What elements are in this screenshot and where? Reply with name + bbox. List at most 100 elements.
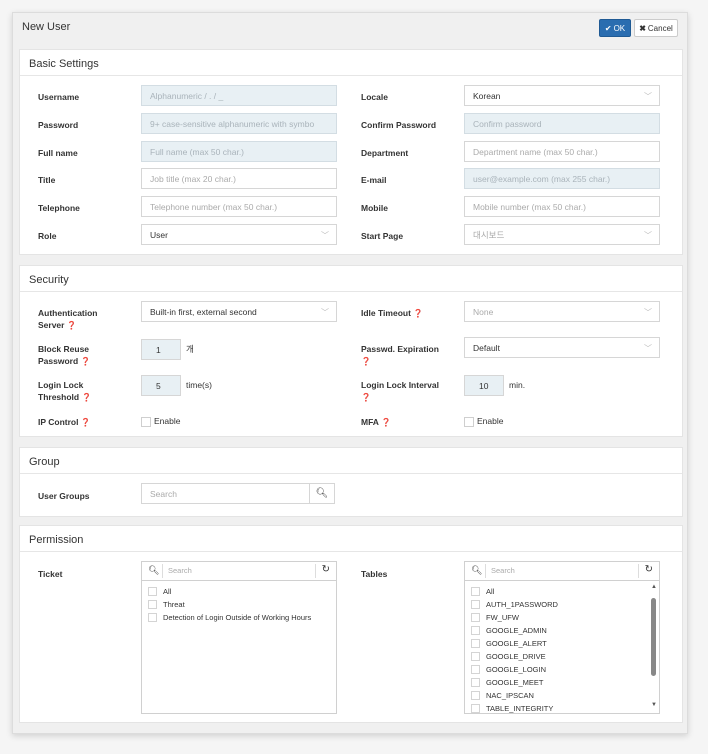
mfa-label: MFA ❓ (361, 416, 391, 429)
full-name-label: Full name (38, 148, 78, 158)
start-page-label: Start Page (361, 231, 404, 241)
question-circle-icon[interactable]: ❓ (381, 418, 391, 427)
role-value: User (150, 229, 168, 240)
username-input[interactable]: Alphanumeric / . / _ (141, 85, 337, 106)
passwd-expiration-label-text: Passwd. Expiration (361, 344, 439, 354)
telephone-input[interactable]: Telephone number (max 50 char.) (141, 196, 337, 217)
block-reuse-input[interactable]: 1 (141, 339, 181, 360)
role-select[interactable]: User ﹀ (141, 224, 337, 245)
checkbox[interactable] (471, 587, 480, 596)
question-circle-icon[interactable]: ❓ (361, 393, 371, 402)
login-lock-interval-input[interactable]: 10 (464, 375, 504, 396)
mobile-label: Mobile (361, 203, 388, 213)
list-item[interactable]: NAC_IPSCAN (471, 690, 534, 701)
security-panel: Security Authentication Server ❓ Built-i… (19, 265, 683, 437)
login-lock-interval-label: Login Lock Interval ❓ (361, 379, 439, 404)
confirm-password-label: Confirm Password (361, 120, 437, 130)
password-input[interactable]: 9+ case-sensitive alphanumeric with symb… (141, 113, 337, 134)
mfa-checkbox[interactable] (464, 417, 474, 427)
login-lock-threshold-label-line2: Threshold (38, 392, 80, 402)
department-input[interactable]: Department name (max 50 char.) (464, 141, 660, 162)
checkbox[interactable] (471, 652, 480, 661)
list-item[interactable]: GOOGLE_ALERT (471, 638, 547, 649)
passwd-expiration-value: Default (473, 342, 500, 353)
group-panel: Group User Groups Search 🔍︎ (19, 447, 683, 517)
checkbox[interactable] (471, 626, 480, 635)
email-input[interactable]: user@example.com (max 255 char.) (464, 168, 660, 189)
list-item[interactable]: Detection of Login Outside of Working Ho… (148, 612, 311, 623)
checkbox[interactable] (148, 587, 157, 596)
list-item[interactable]: Threat (148, 599, 185, 610)
title-label: Title (38, 175, 56, 185)
list-item[interactable]: GOOGLE_MEET (471, 677, 544, 688)
checkbox[interactable] (471, 678, 480, 687)
ok-button[interactable]: ✔ OK (599, 19, 631, 37)
divider (638, 564, 639, 578)
scrollbar-thumb[interactable] (651, 598, 656, 676)
permission-panel: Permission Ticket 🔍︎ Search ↻ All Threat… (19, 525, 683, 723)
list-item[interactable]: GOOGLE_DRIVE (471, 651, 546, 662)
list-item[interactable]: GOOGLE_ADMIN (471, 625, 547, 636)
checkbox[interactable] (471, 600, 480, 609)
block-reuse-label: Block Reuse Password ❓ (38, 343, 91, 368)
mfa-option: Enable (477, 416, 504, 426)
list-item-label: NAC_IPSCAN (486, 691, 534, 700)
checkbox[interactable] (471, 665, 480, 674)
mobile-input[interactable]: Mobile number (max 50 char.) (464, 196, 660, 217)
user-groups-search-button[interactable]: 🔍︎ (309, 483, 335, 504)
department-label: Department (361, 148, 409, 158)
list-item-label: GOOGLE_LOGIN (486, 665, 547, 674)
chevron-down-icon: ﹀ (321, 231, 329, 240)
checkbox[interactable] (148, 613, 157, 622)
list-item-label: GOOGLE_MEET (486, 678, 544, 687)
login-lock-threshold-label: Login Lock Threshold ❓ (38, 379, 91, 404)
question-circle-icon[interactable]: ❓ (81, 357, 91, 366)
question-circle-icon[interactable]: ❓ (413, 309, 423, 318)
tables-search-input[interactable]: Search (491, 566, 515, 575)
ticket-search-bar: 🔍︎ Search ↻ (142, 562, 336, 581)
group-heading: Group (20, 448, 682, 474)
list-item[interactable]: All (148, 586, 171, 597)
passwd-expiration-select[interactable]: Default ﹀ (464, 337, 660, 358)
scroll-down-icon[interactable]: ▼ (651, 702, 657, 708)
list-item[interactable]: AUTH_1PASSWORD (471, 599, 558, 610)
question-circle-icon[interactable]: ❓ (361, 357, 371, 366)
search-icon: 🔍︎ (471, 565, 483, 575)
cancel-button[interactable]: ✖ Cancel (634, 19, 678, 37)
ip-control-checkbox[interactable] (141, 417, 151, 427)
start-page-select[interactable]: 대시보드 ﹀ (464, 224, 660, 245)
checkbox[interactable] (148, 600, 157, 609)
security-heading: Security (20, 266, 682, 292)
checkbox[interactable] (471, 639, 480, 648)
idle-timeout-select[interactable]: None ﹀ (464, 301, 660, 322)
ticket-search-input[interactable]: Search (168, 566, 192, 575)
auth-server-select[interactable]: Built-in first, external second ﹀ (141, 301, 337, 322)
list-item[interactable]: GOOGLE_LOGIN (471, 664, 546, 675)
refresh-icon[interactable]: ↻ (645, 564, 653, 575)
login-lock-interval-unit: min. (509, 380, 526, 390)
list-item[interactable]: All (471, 586, 494, 597)
scroll-up-icon[interactable]: ▲ (651, 584, 657, 590)
title-input[interactable]: Job title (max 20 char.) (141, 168, 337, 189)
refresh-icon[interactable]: ↻ (322, 564, 330, 575)
full-name-input[interactable]: Full name (max 50 char.) (141, 141, 337, 162)
checkbox[interactable] (471, 613, 480, 622)
login-lock-threshold-input[interactable]: 5 (141, 375, 181, 396)
confirm-password-input[interactable]: Confirm password (464, 113, 660, 134)
user-groups-search-input[interactable]: Search (141, 483, 311, 504)
question-circle-icon[interactable]: ❓ (81, 418, 91, 427)
list-item[interactable]: TABLE_INTEGRITY (471, 703, 553, 713)
question-circle-icon[interactable]: ❓ (67, 321, 77, 330)
idle-timeout-label-text: Idle Timeout (361, 308, 411, 318)
checkbox[interactable] (471, 691, 480, 700)
login-lock-interval-label-text: Login Lock Interval (361, 380, 439, 390)
list-item[interactable]: FW_UFW (471, 612, 519, 623)
question-circle-icon[interactable]: ❓ (81, 393, 91, 402)
locale-select[interactable]: Korean ﹀ (464, 85, 660, 106)
checkbox[interactable] (471, 704, 480, 713)
tables-search-bar: 🔍︎ Search ↻ (465, 562, 659, 581)
locale-label: Locale (361, 92, 388, 102)
ip-control-option: Enable (154, 416, 181, 426)
search-icon: 🔍︎ (148, 565, 160, 575)
telephone-label: Telephone (38, 203, 80, 213)
